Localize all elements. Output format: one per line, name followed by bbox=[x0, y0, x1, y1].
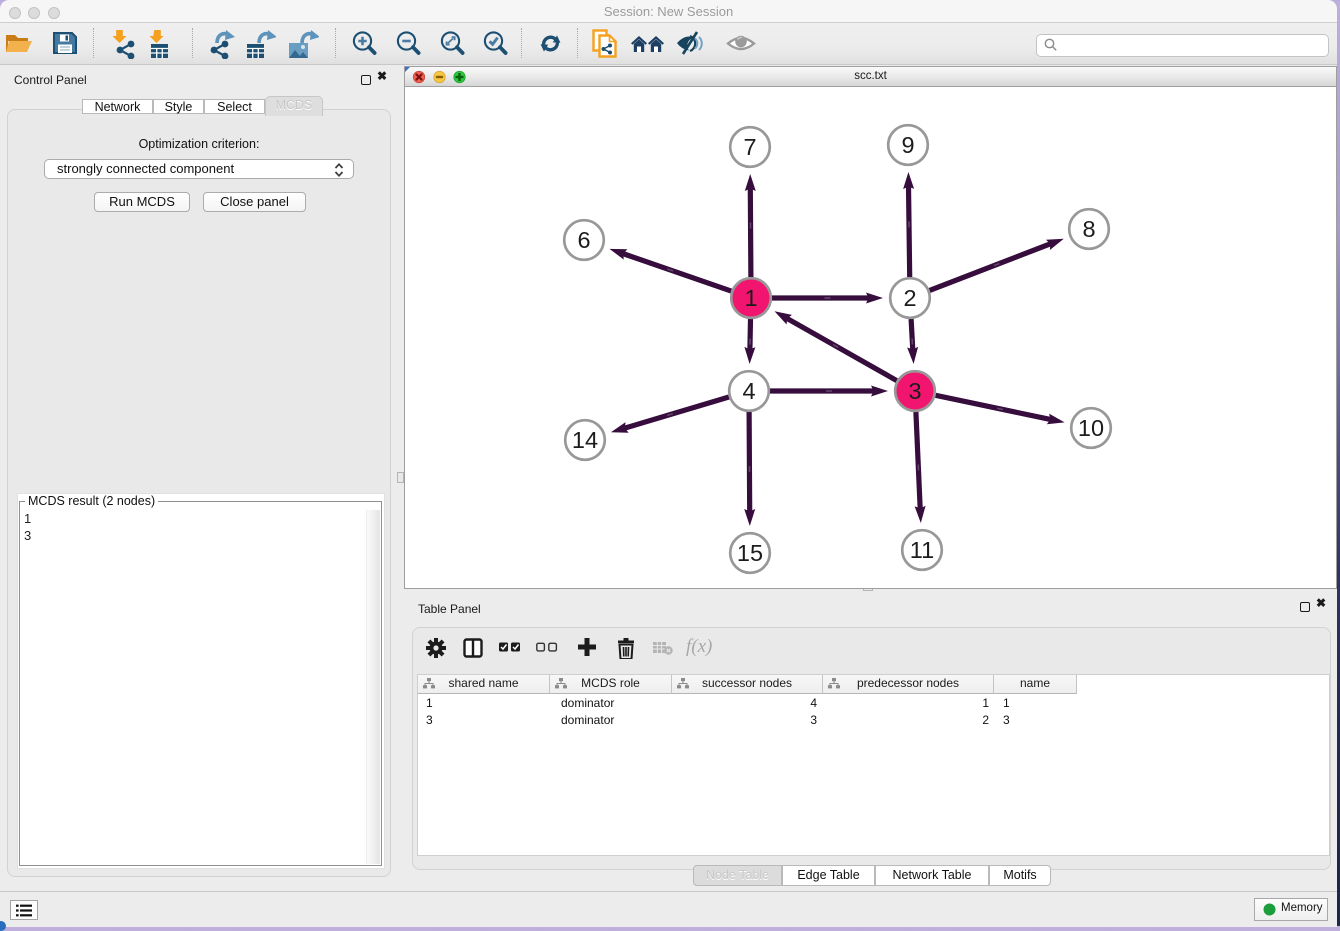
svg-text:2: 2 bbox=[903, 285, 916, 311]
svg-text:8: 8 bbox=[1082, 216, 1095, 242]
svg-text:4: 4 bbox=[742, 378, 755, 404]
svg-text:14: 14 bbox=[572, 427, 598, 453]
svg-text:9: 9 bbox=[901, 132, 914, 158]
svg-text:6: 6 bbox=[577, 227, 590, 253]
svg-text:15: 15 bbox=[737, 540, 763, 566]
svg-text:10: 10 bbox=[1078, 415, 1104, 441]
svg-text:1: 1 bbox=[744, 285, 757, 311]
svg-text:11: 11 bbox=[910, 537, 934, 563]
svg-text:3: 3 bbox=[908, 378, 921, 404]
svg-text:7: 7 bbox=[743, 134, 756, 160]
